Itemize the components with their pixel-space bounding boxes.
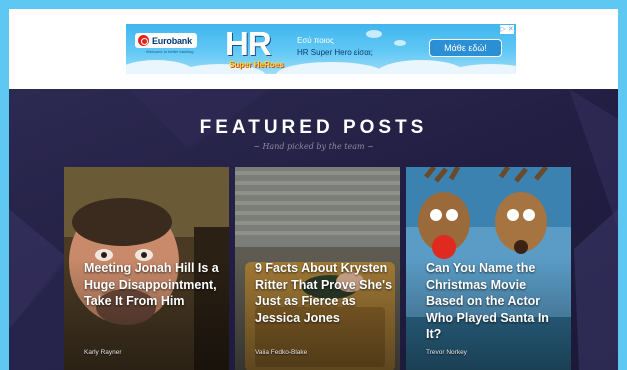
cloud-shape (366, 30, 382, 38)
eurobank-tagline: Welcome to better banking (146, 49, 194, 54)
ad-subheadline: HR Super Hero είσαι; (297, 48, 373, 57)
post-title[interactable]: Can You Name the Christmas Movie Based o… (426, 260, 565, 343)
post-author[interactable]: Trevor Norkey (426, 349, 467, 356)
facet-shape (574, 209, 618, 370)
ad-zone: Eurobank Welcome to better banking HR Su… (9, 9, 618, 89)
post-title[interactable]: Meeting Jonah Hill Is a Huge Disappointm… (84, 260, 223, 310)
ad-cta-button[interactable]: Μάθε εδώ! (429, 39, 502, 57)
cloud-shape (276, 62, 386, 74)
eurobank-name: Eurobank (152, 35, 192, 46)
ad-headline: Εσύ ποιος (297, 36, 334, 45)
post-card[interactable]: Can You Name the Christmas Movie Based o… (406, 167, 571, 370)
cloud-shape (394, 40, 406, 46)
eurobank-logo: Eurobank (135, 33, 197, 48)
post-author[interactable]: Vaiia Fedko-Blake (255, 349, 307, 356)
ad-banner[interactable]: Eurobank Welcome to better banking HR Su… (126, 24, 516, 74)
featured-subtitle: ~ Hand picked by the team ~ (253, 142, 374, 151)
ad-close-icon[interactable]: ▷ ✕ (500, 25, 514, 34)
featured-posts-section: FEATURED POSTS ~ Hand picked by the team… (9, 89, 618, 370)
hr-logo: HR (225, 25, 272, 62)
facet-shape (569, 89, 618, 229)
eurobank-emblem-icon (138, 35, 149, 46)
page-frame: Eurobank Welcome to better banking HR Su… (9, 9, 618, 370)
post-title[interactable]: 9 Facts About Krysten Ritter That Prove … (255, 260, 394, 326)
post-card[interactable]: Meeting Jonah Hill Is a Huge Disappointm… (64, 167, 229, 370)
post-card[interactable]: 9 Facts About Krysten Ritter That Prove … (235, 167, 400, 370)
featured-title: FEATURED POSTS (199, 117, 428, 138)
post-author[interactable]: Karly Rayner (84, 349, 122, 356)
hr-subtitle: Super HeRoes (229, 60, 284, 69)
